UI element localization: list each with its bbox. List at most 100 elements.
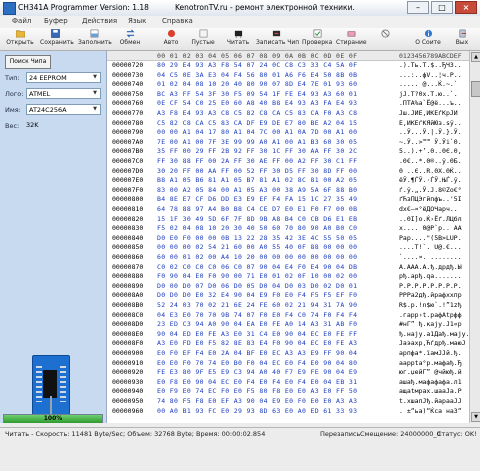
erase-button[interactable]: Стирание [336,29,367,49]
hex-row[interactable]: 00000870 C0 02 C0 C0 C0 06 C0 07 90 04 E4… [107,263,469,273]
hex-ascii[interactable]: аарptа°р.мафађ.Ђ [399,359,462,369]
maximize-button[interactable]: □ [431,1,453,14]
hex-ascii[interactable]: . ±“ьа)“Ќcа нa3“ [399,407,462,417]
hex-bytes[interactable]: 64 78 88 97 A4 B0 B8 C4 CE D7 E0 E1 F0 F… [157,205,357,215]
hex-row[interactable]: 00000890 D0 00 D0 07 D0 06 D0 05 D0 04 D0… [107,282,469,292]
verify-button[interactable]: Проверка [302,29,332,49]
hex-ascii[interactable]: .).Ть.Т.$..ЂЧ3.. [399,61,462,71]
hex-ascii[interactable]: 5..).+’.0..0Є.0, [399,147,462,157]
hex-ascii[interactable]: ..0I]o.Ќ›Ёґ.ЛЦбл [399,215,462,225]
hex-bytes[interactable]: FE E3 80 9F E5 E9 C3 94 A0 40 F7 E9 FE 9… [157,368,357,378]
hex-ascii[interactable]: ашађ.мафафафа.л1 [399,378,462,388]
hex-bytes[interactable]: 7E 00 A1 00 7F 3E 99 99 A0 A1 00 A1 B3 6… [157,138,357,148]
hex-bytes[interactable]: 01 02 04 08 10 20 40 80 90 07 8D E4 7E 0… [157,80,357,90]
hex-row[interactable]: 00000830 F5 02 04 08 10 20 30 40 50 60 70… [107,224,469,234]
hex-row[interactable]: 000007E0 B8 A1 05 B6 81 A1 05 B7 81 A1 02… [107,176,469,186]
hex-bytes[interactable]: D0 E0 F0 00 00 0B 13 22 28 35 42 3E 4C 5… [157,234,357,244]
hex-ascii[interactable]: юг.џейГ” @чйюђ.й [399,368,462,378]
hex-ascii[interactable]: рђ.арђ.qа....... [399,272,462,282]
hex-ascii[interactable]: ащаtмрах.шааЈа.P [399,387,462,397]
hex-bytes[interactable]: A3 E0 FD E0 F5 82 8E 83 E4 F0 90 04 EC E… [157,339,357,349]
hex-bytes[interactable]: 90 04 ED E0 FE A3 E0 31 C4 E0 90 04 EC E… [157,330,357,340]
hex-row[interactable]: 00000760 0E CF 54 C0 25 E0 60 A8 40 B8 E4… [107,99,469,109]
hex-bytes[interactable]: 60 00 01 02 00 A4 10 20 00 00 00 00 00 0… [157,253,357,263]
hex-editor[interactable]: 00 01 02 03 04 05 06 07 08 09 0A 0B 0C 0… [107,51,469,423]
hex-bytes[interactable]: B8 A1 05 B6 81 A1 05 B7 81 A1 02 8C 81 0… [157,176,357,186]
hex-bytes[interactable]: E0 F8 E0 90 04 EC E0 F4 E0 F4 E0 F4 E0 0… [157,378,357,388]
hex-row[interactable]: 00000950 74 80 F5 F8 E0 EF A3 90 04 E9 E0… [107,397,469,407]
hex-ascii[interactable]: .ПTА%а`Ё@ё...ъ.. [399,99,462,109]
vendor-select[interactable]: ATMEL ▼ [26,88,101,99]
save-button[interactable]: Сохранить [40,29,74,49]
hex-row[interactable]: 00000720 80 29 E4 93 A3 F8 54 07 24 0C C8… [107,61,469,71]
hex-row[interactable]: 00000730 04 C5 0E 3A E3 04 F4 56 80 01 A6… [107,71,469,81]
hex-bytes[interactable]: 80 29 E4 93 A3 F8 54 07 24 0C C8 C3 33 C… [157,61,357,71]
hex-row[interactable]: 000008A0 D0 D0 D0 E0 32 E4 90 04 E9 F0 E0… [107,291,469,301]
hex-bytes[interactable]: 00 A0 B1 93 FC E0 29 93 8D 63 E0 A0 ED 6… [157,407,357,417]
hex-ascii[interactable]: .гаpp›t.рафАtрфф [399,311,462,321]
hex-bytes[interactable]: E0 F9 E0 74 EC F0 E0 F5 80 F8 E0 E0 A3 E… [157,387,357,397]
scroll-thumb[interactable] [471,81,480,97]
hex-bytes[interactable]: 04 E3 E0 70 70 9B 74 07 F0 E0 F4 C0 74 F… [157,311,357,321]
scroll-down-arrow[interactable]: ▼ [471,412,480,422]
hex-bytes[interactable]: 74 80 F5 F8 E0 EF A3 90 04 E9 E0 F0 E0 E… [157,397,357,407]
hex-row[interactable]: 00000810 64 78 88 97 A4 B0 B8 C4 CE D7 E0… [107,205,469,215]
hex-row[interactable]: 00000790 00 00 A1 04 17 80 A1 04 7C 00 A1… [107,128,469,138]
hex-bytes[interactable]: C0 02 C0 C0 C0 06 C0 07 90 04 E4 F0 E4 9… [157,263,357,273]
write-chip-button[interactable]: Записать Чип [256,29,299,49]
hex-ascii[interactable]: јЈ.T?0х.T.ю..`. [399,90,458,100]
hex-row[interactable]: 000008F0 A3 E0 FD E0 F5 82 8E 83 E4 F0 90… [107,339,469,349]
menu-actions[interactable]: Действия [82,17,117,25]
hex-ascii[interactable]: ..... @...Ќ.~.` [399,80,458,90]
hex-bytes[interactable]: 83 00 A2 05 84 00 A1 05 A3 00 38 A9 5A 6… [157,186,357,196]
hex-bytes[interactable]: 23 ED C3 94 A0 90 04 EA E0 FE A0 14 A3 3… [157,320,357,330]
blank-check-button[interactable]: Пустые [190,29,216,49]
hex-ascii[interactable]: ѓ.ў.„.Ў.Ј.8©Zo€° [399,186,462,196]
hex-ascii[interactable]: ґЋзПЦЭгйпфъ..'5I [399,195,462,205]
exit-button[interactable]: Вых [452,29,472,49]
hex-ascii[interactable]: РРРа2дђ.йрафххпр [399,291,462,301]
hex-row[interactable]: 00000930 E0 F8 E0 90 04 EC E0 F4 E0 F4 E0… [107,378,469,388]
stop-button[interactable] [378,29,392,49]
hex-row[interactable]: 000007A0 7E 00 A1 00 7F 3E 99 99 A0 A1 00… [107,138,469,148]
hex-row[interactable]: 00000770 A3 F8 E4 93 A3 C8 C5 82 C8 CA C5… [107,109,469,119]
hex-row[interactable]: 000007C0 FF 30 88 FF 00 2A FF 30 AE FF 00… [107,157,469,167]
hex-row[interactable]: 000007B0 35 FF 00 29 FF 2B 92 FF 30 1C FF… [107,147,469,157]
hex-ascii[interactable]: `....¤. ........ [399,253,462,263]
close-button[interactable]: × [455,1,477,14]
hex-bytes[interactable]: C5 82 C8 CA C5 83 CA DF E9 DE E7 80 BE A… [157,119,357,129]
hex-bytes[interactable]: 52 24 03 70 02 21 6E 24 FE 60 02 21 94 3… [157,301,357,311]
hex-bytes[interactable]: 04 C5 0E 3A E3 04 F4 56 80 01 A6 F6 E4 5… [157,71,357,81]
hex-bytes[interactable]: E0 F0 EF F4 E0 2A 04 BF E0 EC A3 A3 E9 F… [157,349,357,359]
hex-bytes[interactable]: D0 00 D0 07 D0 06 D0 05 D0 04 D0 03 D0 0… [157,282,357,292]
hex-ascii[interactable]: Рар...."(5B>LUP. [399,234,462,244]
hex-ascii[interactable]: Р.Р.Р.Р.Р.Р.Р.Р. [399,282,462,292]
scroll-up-arrow[interactable]: ▲ [471,52,480,62]
hex-bytes[interactable]: E0 E0 F0 70 74 E0 B0 F0 04 EC E0 F4 E0 9… [157,359,357,369]
hex-ascii[interactable]: #нГ” ђ.кају.Ј1«р [399,320,462,330]
menu-language[interactable]: Язык [128,17,146,25]
hex-row[interactable]: 000007F0 83 00 A2 05 84 00 A1 05 A3 00 38… [107,186,469,196]
hex-ascii[interactable]: Е‚ИКЕѓКЯйЮз.ѕў.. [399,119,462,129]
hex-row[interactable]: 00000750 BC A3 FF 54 3F 30 F5 09 54 1F FE… [107,90,469,100]
menu-file[interactable]: Файл [12,17,31,25]
hex-row[interactable]: 000008C0 04 E3 E0 70 70 9B 74 07 F0 E0 F4… [107,311,469,321]
hex-ascii[interactable]: .0€..*.0®..ў.0Б. [399,157,462,167]
vertical-scrollbar[interactable]: ▲ ▼ [469,51,480,423]
hex-row[interactable]: 00000740 01 02 04 08 10 20 40 80 90 07 8D… [107,80,469,90]
hex-ascii[interactable]: 0 ..Є..R.0Х.0Ќ.. [399,167,462,177]
about-button[interactable]: О Соите [414,29,442,49]
open-button[interactable]: Открыть [6,29,34,49]
hex-row[interactable]: 00000860 60 00 01 02 00 A4 10 20 00 00 00… [107,253,469,263]
hex-row[interactable]: 00000900 E0 F0 EF F4 E0 2A 04 BF E0 EC A3… [107,349,469,359]
hex-row[interactable]: 00000800 B4 8E E7 CF D6 DD E3 E9 EF F4 FA… [107,195,469,205]
hex-row[interactable]: 000008D0 23 ED C3 94 A0 90 04 EA E0 FE A0… [107,320,469,330]
hex-row[interactable]: 00000910 E0 E0 F0 70 74 E0 B0 F0 04 EC E0… [107,359,469,369]
fill-button[interactable]: Заполнить [78,29,112,49]
hex-ascii[interactable]: R$.p.!n$ю`.!”1zђ [399,301,462,311]
hex-row[interactable]: 00000820 15 1F 30 49 5D 6F 7F 8D 9B A8 B4… [107,215,469,225]
hex-row[interactable]: 00000780 C5 82 C8 CA C5 83 CA DF E9 DE E7… [107,119,469,129]
hex-bytes[interactable]: B4 8E E7 CF D6 DD E3 E9 EF F4 FA 15 1C 2… [157,195,357,205]
name-select[interactable]: AT24C256A ▼ [26,104,101,115]
hex-ascii[interactable]: х.... 0@P`p.. АА [399,224,462,234]
